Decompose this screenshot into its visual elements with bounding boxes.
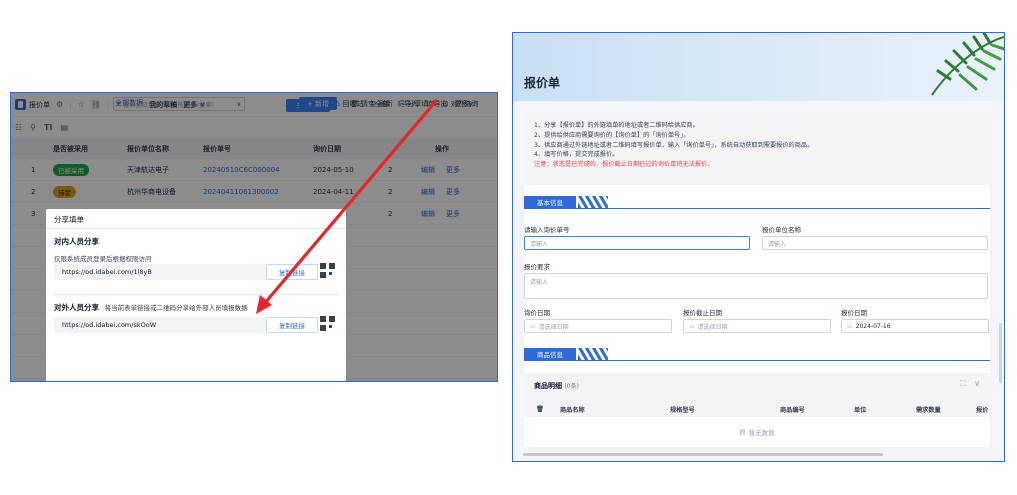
- deadline-label: 报价截止日期: [683, 309, 722, 317]
- inquiry-no-input[interactable]: 请输入: [524, 236, 750, 250]
- detail-count: (0条): [564, 383, 579, 390]
- detail-tools: ⛶ ∨: [960, 379, 980, 389]
- copy-external-link-button[interactable]: 复制链接: [266, 317, 318, 333]
- inquiry-no-label: 请输入询价单号: [524, 226, 570, 234]
- calendar-icon: ▭: [847, 322, 853, 330]
- company-label: 报价单位名称: [762, 226, 801, 234]
- chevron-down-icon[interactable]: ∨: [974, 379, 980, 388]
- form-header-title: 报价单: [524, 76, 561, 90]
- inquiry-date-picker[interactable]: ▭ 请选择日期: [524, 319, 672, 333]
- calendar-icon: ▭: [689, 322, 695, 330]
- deadline-placeholder: 请选择日期: [697, 323, 728, 331]
- palm-leaf-icon: [931, 33, 1004, 96]
- right-screenshot: 报价单 1、分享【报价单】的外链填单的地址或者二维码给供应商。 2、提供给供应商…: [512, 32, 1005, 462]
- col-goods-code: 商品编号: [780, 407, 805, 414]
- internal-url: https://od.idabei.com/1l8yB: [62, 268, 152, 276]
- col-spec: 规格型号: [670, 407, 695, 414]
- qr-code-icon[interactable]: [320, 316, 335, 331]
- instruction-line: 4、填写价格，提交完成报价。: [534, 151, 619, 159]
- external-share-title: 对外人员分享 将当前表单链接或二维码分享给外部人员填报数据: [54, 302, 248, 313]
- copy-internal-link-button[interactable]: 复制链接: [266, 264, 318, 280]
- goods-detail-table: 商品明细 (0条) ⛶ ∨ 🗑 商品名称 规格型号 商品编号 单位 需求数量 报…: [524, 373, 990, 461]
- internal-url-field[interactable]: https://od.idabei.com/1l8yB 复制链接: [54, 264, 318, 280]
- inquiry-date-label: 询价日期: [524, 309, 550, 317]
- form-body: 1、分享【报价单】的外链填单的地址或者二维码给供应商。 2、提供给供应商需要询价…: [524, 113, 990, 461]
- instructions-panel: 1、分享【报价单】的外链填单的地址或者二维码给供应商。 2、提供给供应商需要询价…: [524, 113, 990, 185]
- warning-line: 注意：状态是已完成的、报价截止日期已过的询价单将无法报价。: [534, 161, 714, 169]
- col-goods-name: 商品名称: [560, 407, 585, 414]
- fullscreen-icon[interactable]: ⛶: [960, 379, 966, 388]
- section-basic-info: 基本信息: [524, 196, 990, 209]
- section-line: [524, 359, 990, 361]
- instruction-line: 1、分享【报价单】的外链填单的地址或者二维码给供应商。: [534, 122, 699, 129]
- external-url: https://od.idabei.com/skOoW: [62, 321, 157, 329]
- empty-text: 暂无数据: [748, 429, 775, 437]
- form-header-banner: 报价单: [513, 33, 1004, 101]
- trash-icon[interactable]: 🗑: [536, 405, 544, 413]
- empty-icon: ▤: [739, 428, 746, 436]
- share-popup: 分享填单 对内人员分享 仅限系统成员登录后根据权限访问 https://od.i…: [46, 209, 346, 381]
- external-share-heading: 对外人员分享: [54, 303, 99, 312]
- deadline-date-picker[interactable]: ▭ 请选择日期: [683, 319, 831, 333]
- divider: [46, 228, 346, 229]
- detail-title: 商品明细 (0条): [534, 381, 579, 391]
- instruction-line: 3、供应商通过外链地址或者二维码填写报价单，输入「询价单号」，系统自动获取到需要…: [534, 141, 814, 149]
- horizontal-scrollbar[interactable]: [523, 453, 883, 456]
- empty-state: ▤ 暂无数据: [524, 417, 990, 447]
- section-stripes: [578, 348, 608, 360]
- calendar-icon: ▭: [530, 322, 536, 330]
- quote-date-value: 2024-07-16: [855, 322, 891, 330]
- section-goods-info: 商品信息: [524, 348, 990, 361]
- section-goods-label: 商品信息: [524, 348, 576, 360]
- col-quantity: 需求数量: [916, 407, 941, 414]
- requirement-label: 报价要求: [524, 263, 550, 271]
- internal-share-title: 对内人员分享: [54, 237, 99, 246]
- instruction-line: 2、提供给供应商需要询价的【询价单】的「询价单号」。: [534, 131, 690, 139]
- external-url-field[interactable]: https://od.idabei.com/skOoW 复制链接: [54, 317, 318, 333]
- vertical-scrollbar[interactable]: [999, 323, 1002, 383]
- section-line: [524, 207, 990, 209]
- divider: [54, 294, 338, 295]
- internal-share-desc: 仅限系统成员登录后根据权限访问: [54, 255, 152, 263]
- quote-date-label: 报价日期: [841, 309, 867, 317]
- popup-title: 分享填单: [54, 215, 84, 224]
- detail-title-text: 商品明细: [534, 382, 562, 390]
- inquiry-date-placeholder: 请选择日期: [538, 323, 569, 331]
- requirement-textarea[interactable]: 请输入: [524, 273, 988, 299]
- detail-header-row: 🗑 商品名称 规格型号 商品编号 单位 需求数量 报价: [524, 401, 990, 417]
- col-unit: 单位: [854, 407, 867, 414]
- external-share-desc: 将当前表单链接或二维码分享给外部人员填报数据: [104, 304, 248, 312]
- section-basic-label: 基本信息: [524, 196, 576, 208]
- quote-date-picker[interactable]: ▭ 2024-07-16: [841, 319, 989, 333]
- company-input[interactable]: 请输入: [762, 236, 988, 250]
- qr-code-icon[interactable]: [320, 263, 335, 278]
- col-quote: 报价: [976, 407, 989, 414]
- left-screenshot: 报价单 ⚙ | ☆ ⛓ | 全部数据 我的草稿 更多 ∨ ☰ 设计 ♺ 回收站 …: [10, 92, 498, 382]
- section-stripes: [578, 196, 608, 208]
